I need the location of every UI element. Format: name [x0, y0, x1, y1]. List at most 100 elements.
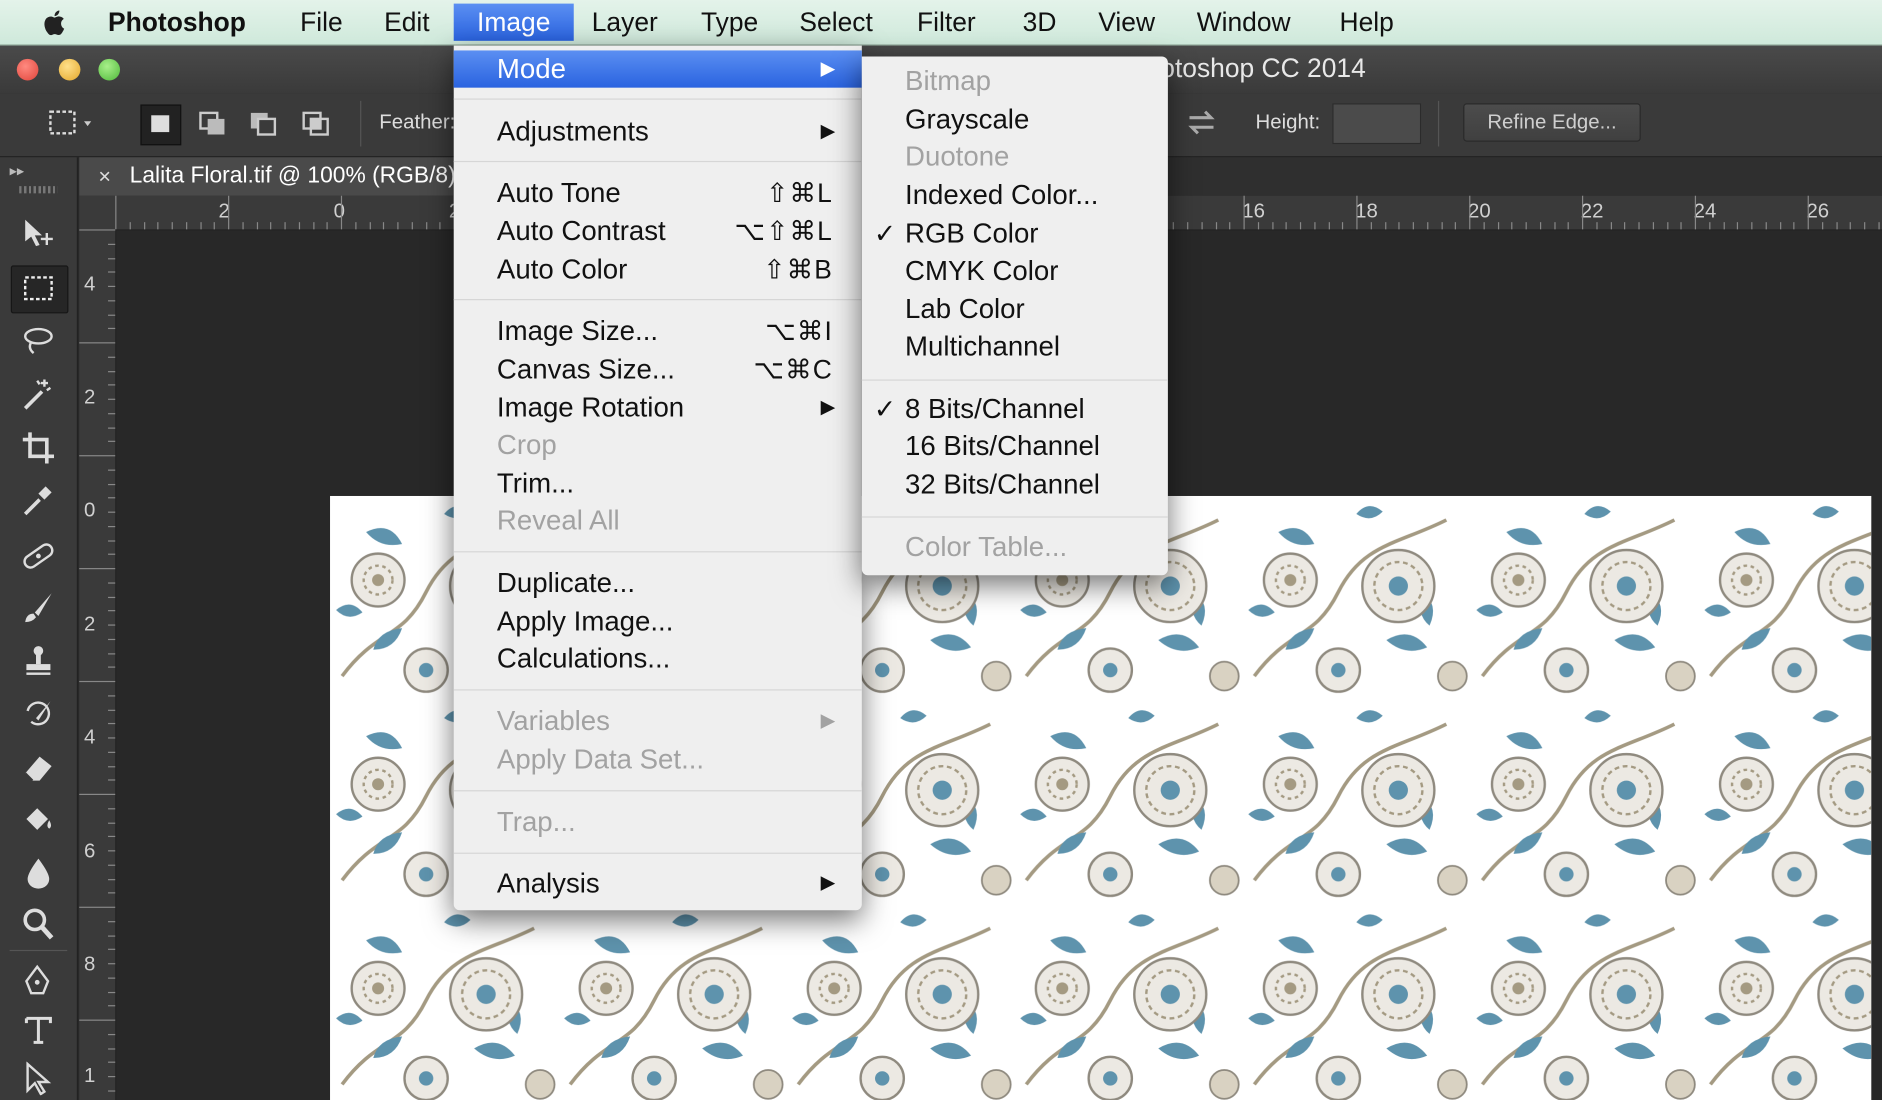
menu-item-trim[interactable]: Trim...: [454, 465, 862, 502]
menu-item-auto-color[interactable]: Auto Color ⇧⌘B: [454, 251, 862, 288]
menu-window[interactable]: Window: [1197, 4, 1291, 41]
options-divider-2: [1437, 100, 1440, 147]
document-tab[interactable]: × Lalita Floral.tif @ 100% (RGB/8): [79, 157, 464, 196]
panel-grip[interactable]: [19, 186, 58, 194]
mode-item-duotone: Duotone: [862, 138, 1168, 175]
close-window-button[interactable]: [16, 58, 39, 81]
close-tab-icon[interactable]: ×: [98, 157, 111, 195]
ruler-tick: [1567, 222, 1570, 230]
mode-item-cmyk-color[interactable]: CMYK Color: [862, 252, 1168, 289]
options-divider: [360, 100, 362, 147]
collapse-panel-icon[interactable]: ▸▸: [10, 162, 24, 179]
mode-item-lab-color[interactable]: Lab Color: [862, 291, 1168, 328]
brush-tool[interactable]: [11, 585, 66, 631]
path-selection-tool[interactable]: [11, 1056, 66, 1100]
menu-app-photoshop[interactable]: Photoshop: [108, 4, 246, 41]
menu-item-image-size[interactable]: Image Size... ⌥⌘I: [454, 312, 862, 349]
menu-item-adjustments[interactable]: Adjustments ▶: [454, 113, 862, 150]
zoom-window-button[interactable]: [98, 58, 121, 81]
menu-layer[interactable]: Layer: [592, 4, 658, 41]
v-ruler-label: 8: [84, 952, 96, 976]
healing-brush-tool[interactable]: [11, 533, 66, 579]
submenu-arrow-icon: ▶: [820, 121, 836, 142]
intersect-selection-button[interactable]: [298, 104, 336, 142]
lasso-tool[interactable]: [11, 318, 66, 364]
ruler-tick: [108, 850, 116, 852]
menu-select[interactable]: Select: [799, 4, 872, 41]
ruler-tick: [108, 370, 116, 372]
move-tool[interactable]: [11, 210, 66, 256]
menu-item-image-rotation[interactable]: Image Rotation ▶: [454, 389, 862, 426]
menu-edit[interactable]: Edit: [384, 4, 430, 41]
pen-tool[interactable]: [11, 957, 66, 1003]
menu-item-auto-tone[interactable]: Auto Tone ⇧⌘L: [454, 174, 862, 211]
vertical-ruler[interactable]: 4 2 0 2 4 6 8 1: [79, 229, 117, 1100]
ruler-tick: [108, 582, 116, 584]
16-bits-label: 16 Bits/Channel: [905, 429, 1100, 462]
ruler-tick: [1285, 222, 1288, 230]
ruler-tick: [1412, 222, 1414, 230]
blur-drop-icon: [27, 858, 50, 889]
mode-item-rgb-color[interactable]: ✓ RGB Color: [862, 215, 1168, 252]
swap-dimensions-button[interactable]: [1182, 106, 1220, 146]
mode-item-multichannel[interactable]: Multichannel: [862, 328, 1168, 365]
eyedropper-tool[interactable]: [11, 477, 66, 523]
eraser-tool[interactable]: [11, 743, 66, 789]
mode-item-grayscale[interactable]: Grayscale: [862, 101, 1168, 138]
lab-color-label: Lab Color: [905, 293, 1025, 325]
menu-image[interactable]: Image: [453, 3, 574, 41]
clone-stamp-tool[interactable]: [11, 638, 66, 684]
ruler-tick: [1187, 222, 1189, 230]
crop-tool[interactable]: [11, 424, 66, 470]
h-ruler-label: 18: [1355, 199, 1378, 223]
height-input[interactable]: [1332, 103, 1422, 145]
subtract-selection-button[interactable]: [245, 104, 283, 142]
marquee-preset-picker[interactable]: [46, 104, 92, 142]
blur-tool[interactable]: [11, 850, 66, 896]
ruler-tick: [129, 222, 131, 230]
menu-item-analysis[interactable]: Analysis ▶: [454, 865, 862, 902]
rectangular-marquee-tool[interactable]: [10, 265, 69, 314]
v-ruler-label: 2: [84, 612, 96, 636]
mode-item-32-bits[interactable]: 32 Bits/Channel: [862, 466, 1168, 503]
history-brush-tool[interactable]: [11, 691, 66, 737]
minimize-window-button[interactable]: [58, 58, 81, 81]
paint-bucket-tool[interactable]: [11, 796, 66, 842]
menu-item-calculations[interactable]: Calculations...: [454, 640, 862, 677]
ruler-tick: [108, 1061, 116, 1064]
menu-item-variables: Variables ▶: [454, 703, 862, 740]
menu-view[interactable]: View: [1098, 4, 1155, 41]
menu-type[interactable]: Type: [701, 4, 758, 41]
ruler-tick: [108, 328, 116, 330]
dodge-tool[interactable]: [11, 902, 66, 948]
ruler-tick: [340, 195, 343, 230]
mode-item-16-bits[interactable]: 16 Bits/Channel: [862, 428, 1168, 465]
mode-item-indexed-color[interactable]: Indexed Color...: [862, 177, 1168, 214]
menu-item-mode[interactable]: Mode ▶: [453, 50, 862, 88]
menu-item-canvas-size[interactable]: Canvas Size... ⌥⌘C: [454, 351, 862, 388]
menu-help[interactable]: Help: [1340, 4, 1394, 41]
feather-label: Feather:: [379, 110, 456, 134]
menu-item-apply-image[interactable]: Apply Image...: [454, 603, 862, 640]
ruler-origin[interactable]: [79, 195, 116, 230]
magic-wand-tool[interactable]: [11, 371, 66, 417]
type-tool[interactable]: [11, 1008, 66, 1054]
ruler-tick: [1243, 195, 1245, 230]
apply-image-label: Apply Image...: [496, 605, 674, 637]
ruler-tick: [157, 222, 159, 230]
ruler-tick: [1666, 222, 1668, 230]
menu-file[interactable]: File: [300, 4, 343, 41]
menu-item-duplicate[interactable]: Duplicate...: [454, 564, 862, 601]
new-selection-button[interactable]: [140, 104, 182, 146]
refine-edge-button[interactable]: Refine Edge...: [1463, 103, 1641, 142]
ruler-tick: [108, 243, 116, 245]
ruler-tick: [1849, 222, 1852, 230]
apple-icon[interactable]: [38, 7, 72, 38]
add-selection-button[interactable]: [194, 104, 232, 142]
menu-item-auto-contrast[interactable]: Auto Contrast ⌥⇧⌘L: [454, 213, 862, 250]
menu-filter[interactable]: Filter: [917, 4, 976, 41]
height-label: Height:: [1255, 110, 1321, 134]
mode-item-8-bits[interactable]: ✓ 8 Bits/Channel: [862, 390, 1168, 427]
menu-3d[interactable]: 3D: [1023, 4, 1057, 41]
canvas-size-label: Canvas Size...: [496, 353, 675, 385]
